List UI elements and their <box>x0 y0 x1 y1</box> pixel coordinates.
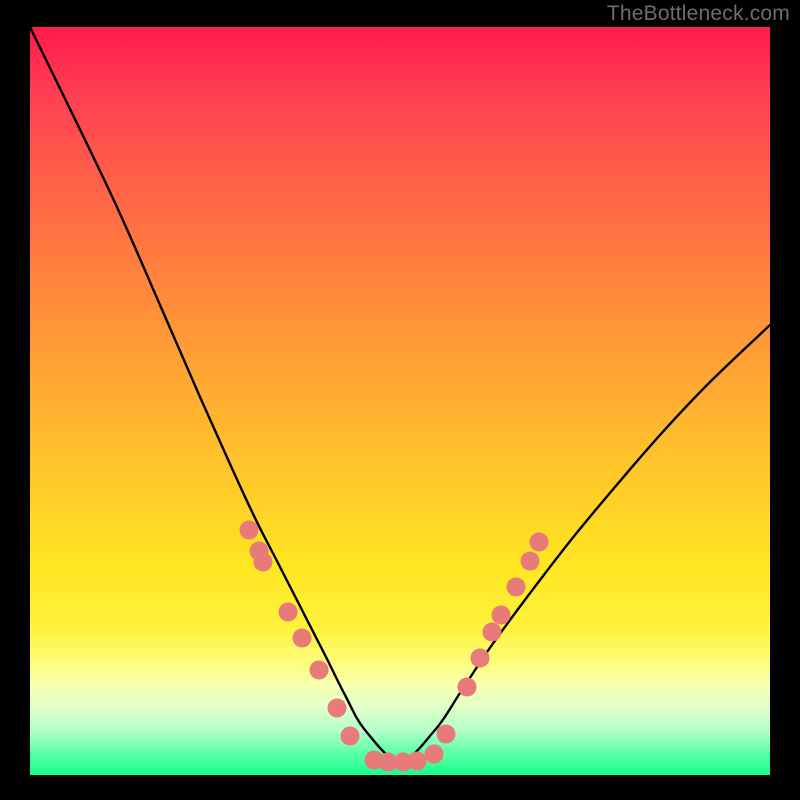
main-curve <box>30 27 770 761</box>
watermark-text: TheBottleneck.com <box>607 2 790 26</box>
marker-dot <box>328 699 347 718</box>
marker-dot <box>293 629 312 648</box>
plot-area <box>30 27 770 775</box>
marker-dot <box>341 727 360 746</box>
marker-dot <box>507 578 526 597</box>
marker-dot <box>483 623 502 642</box>
chart-outer: TheBottleneck.com <box>0 0 800 800</box>
marker-dot <box>240 521 259 540</box>
marker-dot <box>458 678 477 697</box>
marker-dot <box>437 725 456 744</box>
marker-dot <box>254 553 273 572</box>
marker-dot <box>279 603 298 622</box>
marker-dot <box>492 606 511 625</box>
marker-dot <box>310 661 329 680</box>
marker-dot <box>408 752 427 771</box>
marker-dot <box>471 649 490 668</box>
marker-dot <box>530 533 549 552</box>
marker-dot <box>521 552 540 571</box>
curve-layer <box>30 27 770 775</box>
marker-dot <box>425 745 444 764</box>
marker-group <box>240 521 549 772</box>
